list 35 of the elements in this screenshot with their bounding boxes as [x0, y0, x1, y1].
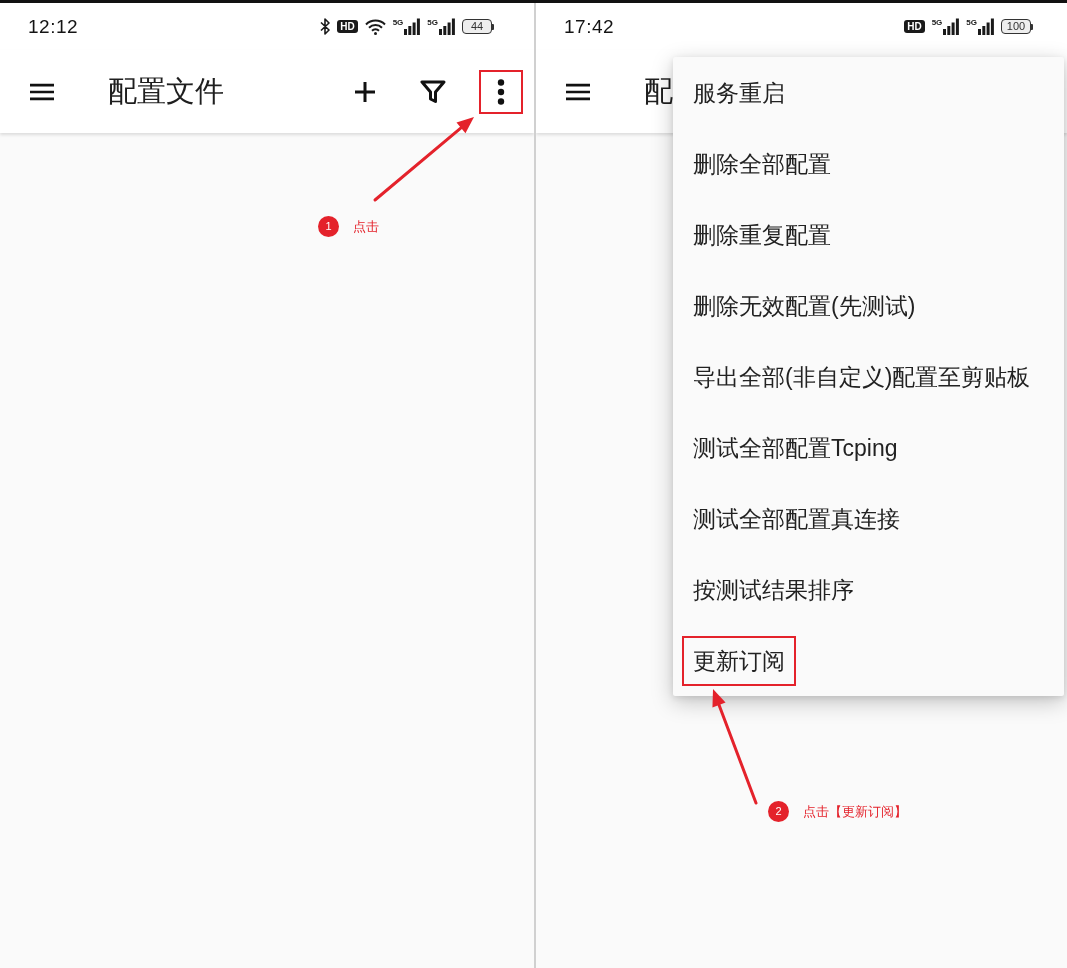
menu-item[interactable]: 服务重启 [673, 57, 1064, 128]
signal-bars-icon [978, 18, 994, 35]
network-type-label: 5G [966, 18, 977, 27]
status-time: 17:42 [564, 15, 615, 38]
plus-icon [354, 80, 376, 103]
menu-item[interactable]: 按测试结果排序 [673, 554, 1064, 625]
menu-icon [566, 81, 590, 102]
battery-indicator: 100 [1001, 19, 1033, 34]
more-options-icon [497, 78, 505, 105]
menu-item[interactable]: 导出全部(非自定义)配置至剪贴板 [673, 341, 1064, 412]
menu-item[interactable]: 删除重复配置 [673, 199, 1064, 270]
annotation-label: 点击【更新订阅】 [803, 802, 907, 821]
menu-icon [30, 81, 54, 102]
signal-bars-icon [943, 18, 960, 35]
menu-item[interactable]: 测试全部配置真连接 [673, 483, 1064, 554]
network-type-label: 5G [931, 18, 943, 27]
bluetooth-icon [320, 18, 331, 35]
menu-item[interactable]: 测试全部配置Tcping [673, 412, 1064, 483]
signal-bars-icon [439, 18, 455, 35]
menu-item[interactable]: 删除全部配置 [673, 128, 1064, 199]
hd-indicator: HD [904, 20, 925, 33]
app-bar-title: 配 [644, 73, 673, 109]
annotation-label: 点击 [353, 217, 379, 236]
network-type-label: 5G [392, 18, 404, 27]
signal-bars-icon [404, 18, 421, 35]
hd-indicator: HD [337, 20, 358, 33]
menu-item[interactable]: 更新订阅 [673, 625, 1064, 696]
wifi-icon [364, 18, 386, 35]
more-options-button[interactable] [479, 69, 523, 114]
battery-indicator: 44 [462, 19, 494, 34]
filter-icon [420, 79, 446, 104]
status-time: 12:12 [28, 15, 79, 38]
menu-item[interactable]: 删除无效配置(先测试) [673, 270, 1064, 341]
app-bar-title: 配置文件 [108, 73, 224, 109]
network-type-label: 5G [427, 18, 438, 27]
